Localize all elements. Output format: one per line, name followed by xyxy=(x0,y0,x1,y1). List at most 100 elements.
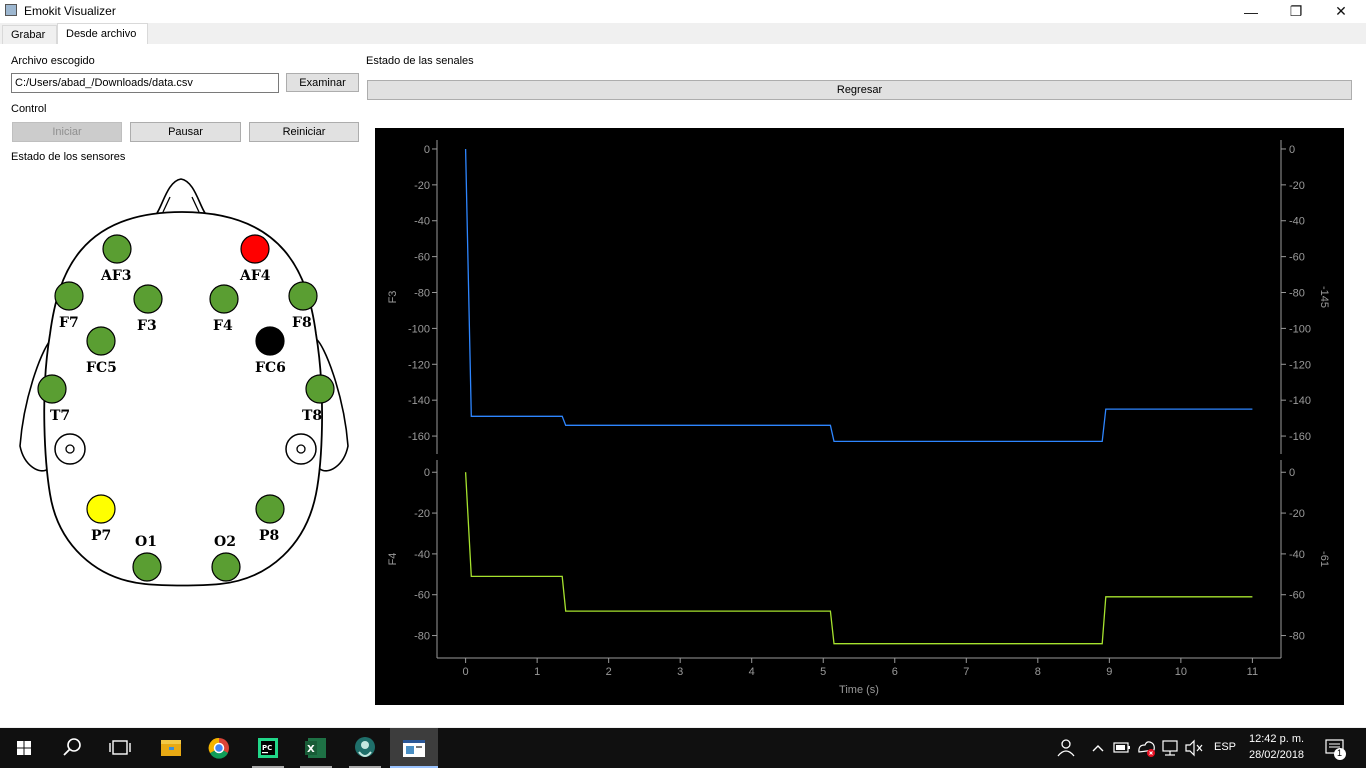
svg-text:P7: P7 xyxy=(91,528,111,544)
file-path-input[interactable]: C:/Users/abad_/Downloads/data.csv xyxy=(11,73,279,93)
svg-text:T7: T7 xyxy=(50,408,70,424)
cloud-sync-icon[interactable] xyxy=(1134,728,1158,768)
maximize-button[interactable]: ❐ xyxy=(1273,0,1319,23)
x-tick-label: 6 xyxy=(892,666,898,678)
svg-text:X: X xyxy=(307,744,315,755)
tab-desde-archivo[interactable]: Desde archivo xyxy=(57,23,148,45)
clock-date[interactable]: 28/02/2018 xyxy=(1249,749,1304,761)
app-icon xyxy=(5,4,17,16)
x-tick-label: 5 xyxy=(820,666,826,678)
svg-text:FC5: FC5 xyxy=(86,360,117,376)
signal-line-f4 xyxy=(464,472,1253,645)
x-tick-label: 11 xyxy=(1247,666,1258,678)
head-outline xyxy=(43,211,323,587)
x-axis-label: Time (s) xyxy=(839,684,879,696)
x-tick-label: 8 xyxy=(1035,666,1041,678)
chrome-icon[interactable] xyxy=(195,728,243,768)
svg-text:O1: O1 xyxy=(135,534,157,550)
chevron-up-icon[interactable] xyxy=(1086,728,1110,768)
y-tick-label-left: -20 xyxy=(414,180,430,192)
y-tick-label-left: 0 xyxy=(424,144,430,156)
language-indicator[interactable]: ESP xyxy=(1214,741,1236,753)
close-button[interactable]: ✕ xyxy=(1318,0,1364,23)
svg-text:O2: O2 xyxy=(214,534,236,550)
x-tick-label: 3 xyxy=(677,666,683,678)
main-panel: Archivo escogido C:/Users/abad_/Download… xyxy=(0,44,1366,727)
y-tick-label-right: -100 xyxy=(1289,323,1311,335)
right-axis-label: -61 xyxy=(1318,551,1330,567)
y-tick-label-left: -160 xyxy=(408,431,430,443)
y-tick-label-left: -60 xyxy=(414,590,430,602)
x-tick-label: 2 xyxy=(606,666,612,678)
sensors-label: Estado de los sensores xyxy=(11,151,126,163)
y-tick-label-right: -160 xyxy=(1289,431,1311,443)
y-tick-label-left: -100 xyxy=(408,323,430,335)
svg-text:F4: F4 xyxy=(213,318,233,334)
windows-start-icon[interactable] xyxy=(0,728,48,768)
y-tick-label-right: -140 xyxy=(1289,395,1311,407)
network-icon[interactable] xyxy=(1158,728,1182,768)
clock-time[interactable]: 12:42 p. m. xyxy=(1249,733,1304,745)
y-tick-label-right: -40 xyxy=(1289,216,1305,228)
svg-text:T8: T8 xyxy=(302,408,322,424)
x-tick-label: 4 xyxy=(749,666,755,678)
title-bar: Emokit Visualizer — ❐ ✕ xyxy=(0,0,1366,23)
task-view-icon[interactable] xyxy=(96,728,144,768)
y-tick-label-right: -20 xyxy=(1289,180,1305,192)
y-tick-label-right: -60 xyxy=(1289,590,1305,602)
excel-icon[interactable]: X xyxy=(292,728,340,768)
svg-text:FC6: FC6 xyxy=(255,360,286,376)
y-tick-label-right: -80 xyxy=(1289,631,1305,643)
y-tick-label-left: 0 xyxy=(424,467,430,479)
svg-text:AF4: AF4 xyxy=(239,268,271,284)
sensor-o1: O1 xyxy=(132,534,162,582)
y-tick-label-right: -120 xyxy=(1289,359,1311,371)
signal-line-f3 xyxy=(464,148,1253,443)
x-tick-label: 1 xyxy=(534,666,540,678)
y-axis-label: F3 xyxy=(387,291,399,304)
svg-text:PC: PC xyxy=(262,744,272,752)
signal-plot-svg: 0 0 -20 -20 -40 -40 -60 -60 -80 -80 -100 -100 -120 -1… xyxy=(387,140,1330,696)
svg-text:AF3: AF3 xyxy=(100,268,132,284)
y-tick-label-left: -40 xyxy=(414,549,430,561)
file-label: Archivo escogido xyxy=(11,55,95,67)
y-tick-label-right: -20 xyxy=(1289,508,1305,520)
people-icon[interactable] xyxy=(1040,728,1088,768)
minimize-button[interactable]: — xyxy=(1228,0,1274,23)
svg-text:F8: F8 xyxy=(292,315,312,331)
y-axis-label: F4 xyxy=(387,553,399,566)
window-title: Emokit Visualizer xyxy=(24,4,116,18)
reference-left xyxy=(54,433,86,465)
right-axis-label: -145 xyxy=(1318,286,1330,308)
taskbar: PC X ESP 12:42 p. m. 28/02/2018 1 xyxy=(0,728,1366,768)
reference-right xyxy=(285,433,317,465)
x-tick-label: 0 xyxy=(463,666,469,678)
sensor-o2: O2 xyxy=(211,534,241,582)
tab-grabar[interactable]: Grabar xyxy=(2,25,57,44)
y-tick-label-right: -60 xyxy=(1289,252,1305,264)
sensor-p7: P7 xyxy=(86,494,116,544)
browse-button[interactable]: Examinar xyxy=(286,73,359,92)
kraken-icon[interactable] xyxy=(341,728,389,768)
signal-plot-area: 0 0 -20 -20 -40 -40 -60 -60 -80 -80 -100 -100 -120 -1… xyxy=(375,128,1344,705)
back-button[interactable]: Regresar xyxy=(367,80,1352,100)
svg-text:F3: F3 xyxy=(137,318,157,334)
volume-muted-icon[interactable] xyxy=(1182,728,1206,768)
signals-label: Estado de las senales xyxy=(366,55,474,67)
x-tick-label: 9 xyxy=(1106,666,1112,678)
tab-bar: Grabar Desde archivo xyxy=(0,23,1366,45)
file-explorer-icon[interactable] xyxy=(147,728,195,768)
notification-count: 1 xyxy=(1337,748,1343,758)
start-button[interactable]: Iniciar xyxy=(12,122,122,142)
head-diagram: AF3 AF4 F7 F3 F4 F8 FC5 FC6 T7 T8 P7 P8 … xyxy=(19,178,349,587)
restart-button[interactable]: Reiniciar xyxy=(249,122,359,142)
y-tick-label-left: -20 xyxy=(414,508,430,520)
pause-button[interactable]: Pausar xyxy=(130,122,241,142)
emokit-app-icon[interactable] xyxy=(390,728,438,768)
x-tick-label: 7 xyxy=(963,666,969,678)
pycharm-icon[interactable]: PC xyxy=(244,728,292,768)
battery-icon[interactable] xyxy=(1110,728,1134,768)
search-icon[interactable] xyxy=(48,728,96,768)
y-tick-label-left: -140 xyxy=(408,395,430,407)
x-tick-label: 10 xyxy=(1175,666,1187,678)
